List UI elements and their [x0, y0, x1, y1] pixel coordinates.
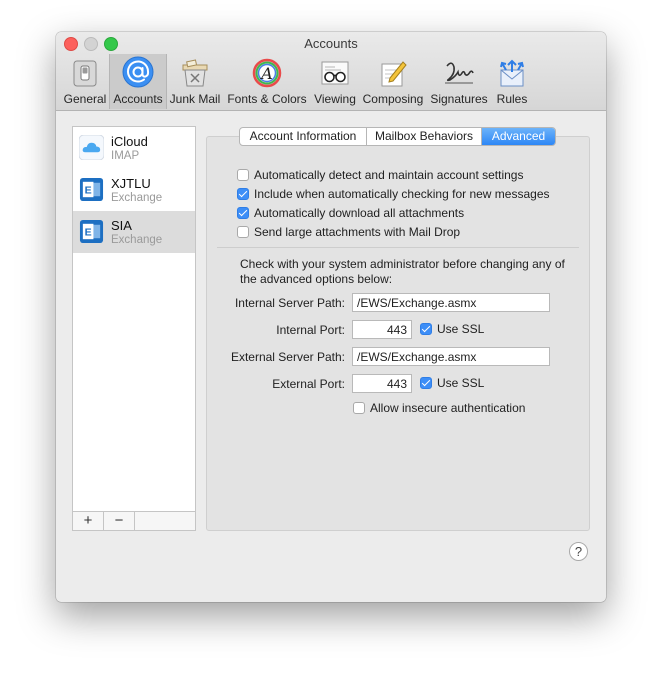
external-use-ssl-checkbox[interactable] [420, 377, 432, 389]
allow-insecure-auth-checkbox[interactable] [353, 402, 365, 414]
account-type: Exchange [111, 234, 163, 246]
option-label: Send large attachments with Mail Drop [254, 225, 461, 239]
toolbar-signatures[interactable]: Signatures [428, 54, 490, 109]
preferences-window: Accounts General Accounts Junk Mail A Fo… [56, 32, 606, 602]
use-ssl-label: Use SSL [437, 376, 485, 390]
remove-account-button[interactable]: − [104, 512, 135, 530]
account-row-icloud[interactable]: iCloud IMAP [73, 127, 195, 169]
internal-use-ssl-checkbox[interactable] [420, 323, 432, 335]
toolbar-fonts-colors[interactable]: A Fonts & Colors [226, 54, 308, 109]
toolbar-general-label: General [63, 92, 107, 106]
glasses-icon [321, 61, 349, 85]
internal-server-path-label: Internal Server Path: [234, 296, 345, 310]
help-button[interactable]: ? [569, 542, 588, 561]
internal-server-path-input[interactable]: /EWS/Exchange.asmx [352, 293, 550, 312]
at-sign-icon [122, 56, 154, 88]
font-color-icon: A [252, 58, 282, 88]
allow-insecure-auth-label: Allow insecure authentication [370, 401, 526, 415]
tab-advanced[interactable]: Advanced [482, 128, 555, 145]
internal-port-input[interactable]: 443 [352, 320, 412, 339]
account-type: Exchange [111, 192, 163, 204]
option-label: Include when automatically checking for … [254, 187, 550, 201]
account-tabs: Account Information Mailbox Behaviors Ad… [239, 127, 556, 146]
external-server-path-input[interactable]: /EWS/Exchange.asmx [352, 347, 550, 366]
add-account-button[interactable]: + [73, 512, 104, 530]
account-name: XJTLU [111, 176, 151, 191]
use-ssl-label: Use SSL [437, 322, 485, 336]
title-bar: Accounts General Accounts Junk Mail A Fo… [56, 32, 606, 111]
exchange-icon: E [79, 219, 104, 244]
toolbar-rules[interactable]: Rules [492, 54, 532, 109]
svg-text:A: A [259, 64, 273, 83]
toolbar-fonts-colors-label: Fonts & Colors [227, 92, 307, 106]
account-name: iCloud [111, 134, 148, 149]
admin-note: Check with your system administrator bef… [240, 257, 565, 286]
toolbar-accounts-label: Accounts [113, 92, 163, 106]
pencil-paper-icon [381, 61, 407, 87]
cloud-icon [79, 135, 104, 160]
account-row-xjtlu[interactable]: E XJTLU Exchange [73, 169, 195, 211]
trash-bin-icon [182, 59, 208, 87]
svg-text:E: E [85, 184, 92, 196]
tab-mailbox-behaviors[interactable]: Mailbox Behaviors [367, 128, 482, 145]
toolbar-junk-mail-label: Junk Mail [169, 92, 221, 106]
toolbar-composing[interactable]: Composing [362, 54, 424, 109]
signature-icon [445, 62, 474, 84]
external-port-input[interactable]: 443 [352, 374, 412, 393]
option-label: Automatically download all attachments [254, 206, 465, 220]
general-switch-icon [73, 60, 97, 87]
svg-text:E: E [85, 226, 92, 238]
toolbar-viewing-label: Viewing [314, 92, 356, 106]
rules-envelope-icon [500, 59, 524, 87]
toolbar-composing-label: Composing [362, 92, 424, 106]
toolbar-viewing[interactable]: Viewing [310, 54, 360, 109]
accounts-list: iCloud IMAP E XJTLU Exchange E SIA Excha… [72, 126, 196, 531]
external-server-path-label: External Server Path: [230, 350, 345, 364]
exchange-icon: E [79, 177, 104, 202]
external-port-label: External Port: [272, 377, 345, 391]
window-title: Accounts [304, 36, 358, 51]
account-row-sia[interactable]: E SIA Exchange [73, 211, 195, 253]
account-list-buttons: + − [72, 511, 196, 531]
toolbar-junk-mail[interactable]: Junk Mail [168, 54, 222, 109]
option-mail-drop-checkbox[interactable] [237, 226, 249, 238]
tab-account-information[interactable]: Account Information [240, 128, 367, 145]
option-auto-detect-checkbox[interactable] [237, 169, 249, 181]
toolbar-accounts[interactable]: Accounts [109, 54, 167, 109]
option-label: Automatically detect and maintain accoun… [254, 168, 524, 182]
toolbar-signatures-label: Signatures [430, 92, 488, 106]
option-download-attachments-checkbox[interactable] [237, 207, 249, 219]
toolbar-general[interactable]: General [62, 54, 108, 109]
internal-port-label: Internal Port: [276, 323, 345, 337]
account-name: SIA [111, 218, 132, 233]
account-type: IMAP [111, 150, 140, 162]
toolbar-rules-label: Rules [496, 92, 528, 106]
option-include-checking-checkbox[interactable] [237, 188, 249, 200]
section-divider [217, 247, 579, 248]
